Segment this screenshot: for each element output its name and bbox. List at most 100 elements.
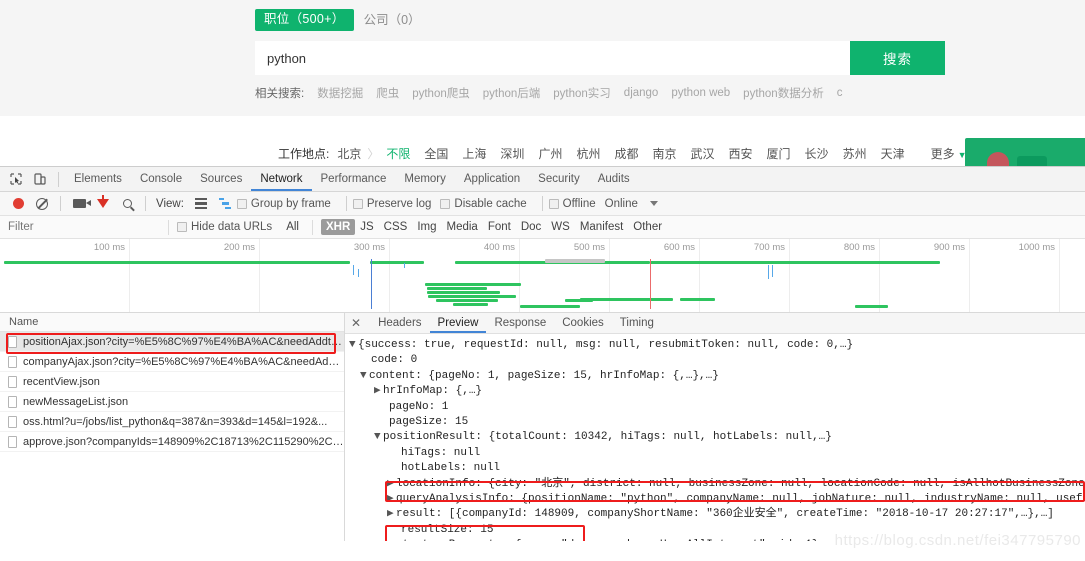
waterfall-view-button[interactable] bbox=[213, 193, 237, 215]
city-item[interactable]: 武汉 bbox=[691, 145, 715, 162]
table-row[interactable]: approve.json?companyIds=148909%2C18713%2… bbox=[0, 432, 344, 452]
expand-arrow-icon[interactable]: ▶ bbox=[387, 477, 396, 492]
detail-tab-response[interactable]: Response bbox=[486, 313, 554, 333]
city-item[interactable]: 西安 bbox=[729, 145, 753, 162]
group-by-frame-checkbox[interactable]: Group by frame bbox=[237, 198, 331, 210]
offline-checkbox[interactable]: Offline bbox=[549, 198, 596, 210]
city-item[interactable]: 长沙 bbox=[805, 145, 829, 162]
json-line-result[interactable]: ▶result: [{companyId: 148909, companySho… bbox=[349, 507, 1085, 522]
type-filter-css[interactable]: CSS bbox=[379, 219, 413, 235]
json-line[interactable]: hotLabels: null bbox=[349, 461, 1085, 476]
city-item[interactable]: 上海 bbox=[462, 145, 486, 162]
city-item[interactable]: 苏州 bbox=[843, 145, 867, 162]
capture-screenshots-button[interactable] bbox=[67, 193, 91, 215]
json-line[interactable]: code: 0 bbox=[349, 353, 1085, 368]
json-line[interactable]: ▶hrInfoMap: {,…} bbox=[349, 384, 1085, 399]
type-filter-media[interactable]: Media bbox=[442, 219, 483, 235]
city-item[interactable]: 深圳 bbox=[500, 145, 524, 162]
json-line[interactable]: ▼{success: true, requestId: null, msg: n… bbox=[349, 338, 1085, 353]
inspect-element-icon[interactable] bbox=[4, 168, 28, 190]
table-row[interactable]: positionAjax.json?city=%E5%8C%97%E4%BA%A… bbox=[0, 332, 344, 352]
city-item[interactable]: 成都 bbox=[614, 145, 638, 162]
clear-button[interactable] bbox=[30, 193, 54, 215]
related-search-item[interactable]: c bbox=[837, 87, 843, 99]
tab-memory[interactable]: Memory bbox=[395, 167, 455, 191]
network-overview[interactable]: 100 ms 200 ms 300 ms 400 ms 500 ms 600 m… bbox=[0, 239, 1085, 313]
device-toolbar-icon[interactable] bbox=[28, 168, 52, 190]
type-filter-manifest[interactable]: Manifest bbox=[575, 219, 628, 235]
type-filter-js[interactable]: JS bbox=[355, 219, 378, 235]
expand-arrow-icon[interactable]: ▶ bbox=[374, 384, 383, 399]
related-search-item[interactable]: python爬虫 bbox=[412, 85, 470, 101]
related-search-item[interactable]: python web bbox=[671, 87, 730, 99]
tab-application[interactable]: Application bbox=[455, 167, 529, 191]
close-icon[interactable]: ✕ bbox=[351, 317, 361, 329]
tab-positions[interactable]: 职位（500+） bbox=[255, 9, 354, 31]
json-line[interactable]: ▶locationInfo: {city: "北京", district: nu… bbox=[349, 477, 1085, 492]
type-filter-xhr[interactable]: XHR bbox=[321, 219, 355, 235]
related-search-item[interactable]: django bbox=[624, 87, 659, 99]
request-list[interactable]: Name positionAjax.json?city=%E5%8C%97%E4… bbox=[0, 313, 345, 541]
json-line[interactable]: ▼positionResult: {totalCount: 10342, hiT… bbox=[349, 430, 1085, 445]
json-line[interactable]: hiTags: null bbox=[349, 446, 1085, 461]
table-row[interactable]: oss.html?u=/jobs/list_python&q=387&n=393… bbox=[0, 412, 344, 432]
type-filter-img[interactable]: Img bbox=[412, 219, 441, 235]
list-view-button[interactable] bbox=[189, 193, 213, 215]
tab-network[interactable]: Network bbox=[251, 167, 311, 191]
related-search-item[interactable]: 数据挖掘 bbox=[317, 85, 363, 101]
hide-data-urls-checkbox[interactable]: Hide data URLs bbox=[177, 221, 272, 233]
detail-tab-cookies[interactable]: Cookies bbox=[554, 313, 612, 333]
json-line[interactable]: pageSize: 15 bbox=[349, 415, 1085, 430]
city-item[interactable]: 厦门 bbox=[767, 145, 791, 162]
city-item-buxian[interactable]: 不限 bbox=[386, 145, 410, 162]
table-row[interactable]: recentView.json bbox=[0, 372, 344, 392]
city-item[interactable]: 天津 bbox=[881, 145, 905, 162]
table-row[interactable]: companyAjax.json?city=%E5%8C%97%E4%BA%AC… bbox=[0, 352, 344, 372]
city-item[interactable]: 广州 bbox=[538, 145, 562, 162]
tab-companies[interactable]: 公司（0） bbox=[364, 14, 421, 27]
disable-cache-checkbox[interactable]: Disable cache bbox=[440, 198, 526, 210]
expand-arrow-icon[interactable]: ▼ bbox=[349, 338, 358, 353]
expand-arrow-icon[interactable]: ▼ bbox=[360, 369, 369, 384]
tab-performance[interactable]: Performance bbox=[312, 167, 396, 191]
json-line[interactable]: ▼content: {pageNo: 1, pageSize: 15, hrIn… bbox=[349, 369, 1085, 384]
city-current[interactable]: 北京 bbox=[337, 145, 361, 162]
promo-banner[interactable] bbox=[965, 138, 1085, 166]
expand-arrow-icon[interactable]: ▶ bbox=[387, 538, 396, 541]
tab-security[interactable]: Security bbox=[529, 167, 589, 191]
chevron-down-icon[interactable] bbox=[650, 201, 658, 206]
city-item[interactable]: 杭州 bbox=[576, 145, 600, 162]
throttling-value[interactable]: Online bbox=[605, 198, 638, 210]
search-button[interactable] bbox=[115, 193, 139, 215]
city-item[interactable]: 南京 bbox=[652, 145, 676, 162]
detail-tab-preview[interactable]: Preview bbox=[430, 313, 487, 333]
city-more-button[interactable]: 更多▼ bbox=[931, 145, 967, 162]
tab-console[interactable]: Console bbox=[131, 167, 191, 191]
type-filter-ws[interactable]: WS bbox=[546, 219, 575, 235]
tab-elements[interactable]: Elements bbox=[65, 167, 131, 191]
expand-arrow-icon[interactable]: ▼ bbox=[374, 430, 383, 445]
related-search-item[interactable]: python实习 bbox=[553, 85, 611, 101]
type-filter-all[interactable]: All bbox=[281, 219, 304, 235]
json-preview[interactable]: ▼{success: true, requestId: null, msg: n… bbox=[345, 334, 1085, 541]
tab-audits[interactable]: Audits bbox=[589, 167, 639, 191]
record-button[interactable] bbox=[6, 193, 30, 215]
json-line[interactable]: ▶queryAnalysisInfo: {positionName: "pyth… bbox=[349, 492, 1085, 507]
search-button[interactable]: 搜索 bbox=[850, 41, 945, 75]
type-filter-doc[interactable]: Doc bbox=[516, 219, 546, 235]
detail-tab-timing[interactable]: Timing bbox=[612, 313, 662, 333]
preserve-log-checkbox[interactable]: Preserve log bbox=[353, 198, 432, 210]
type-filter-font[interactable]: Font bbox=[483, 219, 516, 235]
search-input[interactable] bbox=[255, 41, 850, 75]
city-item[interactable]: 全国 bbox=[424, 145, 448, 162]
table-row[interactable]: newMessageList.json bbox=[0, 392, 344, 412]
json-line[interactable]: pageNo: 1 bbox=[349, 400, 1085, 415]
detail-tab-headers[interactable]: Headers bbox=[370, 313, 429, 333]
tab-sources[interactable]: Sources bbox=[191, 167, 251, 191]
filter-input[interactable] bbox=[0, 216, 160, 238]
filter-button[interactable] bbox=[91, 193, 115, 215]
type-filter-other[interactable]: Other bbox=[628, 219, 667, 235]
related-search-item[interactable]: python后端 bbox=[483, 85, 541, 101]
expand-arrow-icon[interactable]: ▶ bbox=[387, 492, 396, 507]
expand-arrow-icon[interactable]: ▶ bbox=[387, 507, 396, 522]
